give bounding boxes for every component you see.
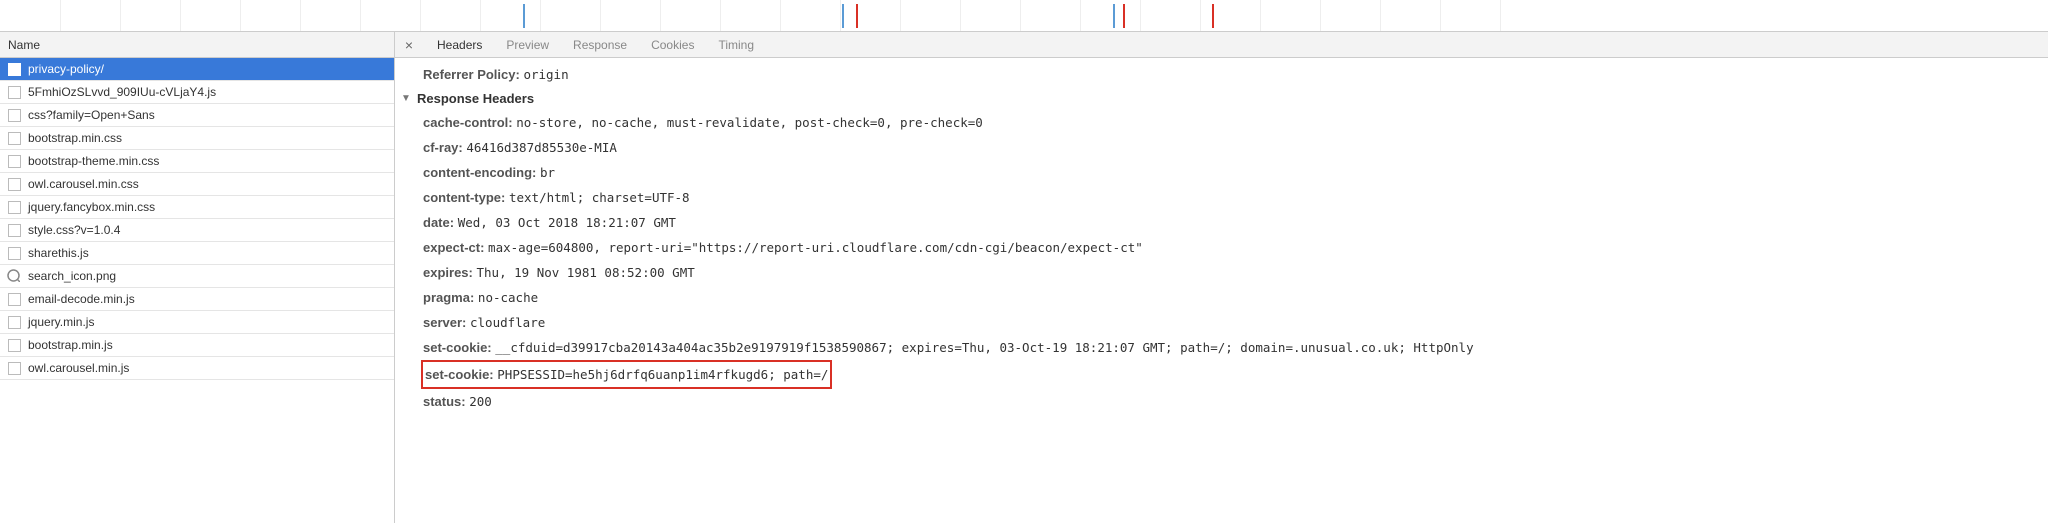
timeline-marker[interactable] <box>856 4 858 28</box>
header-line: expires: Thu, 19 Nov 1981 08:52:00 GMT <box>395 260 2048 285</box>
request-row[interactable]: bootstrap.min.css <box>0 127 394 150</box>
document-file-icon <box>8 362 21 375</box>
tab-timing[interactable]: Timing <box>706 32 766 58</box>
timeline-marker[interactable] <box>1113 4 1115 28</box>
request-row[interactable]: email-decode.min.js <box>0 288 394 311</box>
request-name: style.css?v=1.0.4 <box>28 223 120 237</box>
header-line: cf-ray: 46416d387d85530e-MIA <box>395 135 2048 160</box>
header-line-truncated: Referrer Policy: origin <box>395 62 2048 87</box>
name-column-header[interactable]: Name <box>0 32 394 58</box>
request-name: bootstrap-theme.min.css <box>28 154 159 168</box>
tab-cookies[interactable]: Cookies <box>639 32 706 58</box>
request-name: 5FmhiOzSLvvd_909IUu-cVLjaY4.js <box>28 85 216 99</box>
timeline-overview[interactable] <box>0 0 2048 32</box>
request-name: bootstrap.min.css <box>28 131 122 145</box>
header-line: date: Wed, 03 Oct 2018 18:21:07 GMT <box>395 210 2048 235</box>
headers-panel[interactable]: Referrer Policy: origin ▼ Response Heade… <box>395 58 2048 523</box>
request-name: search_icon.png <box>28 269 116 283</box>
request-name: owl.carousel.min.js <box>28 361 129 375</box>
request-name: jquery.fancybox.min.css <box>28 200 155 214</box>
header-line: status: 200 <box>395 389 2048 414</box>
request-name: jquery.min.js <box>28 315 94 329</box>
document-file-icon <box>8 132 21 145</box>
document-file-icon <box>8 224 21 237</box>
timeline-marker[interactable] <box>842 4 844 28</box>
request-row[interactable]: sharethis.js <box>0 242 394 265</box>
request-row[interactable]: style.css?v=1.0.4 <box>0 219 394 242</box>
header-line: set-cookie: __cfduid=d39917cba20143a404a… <box>395 335 2048 360</box>
request-name: email-decode.min.js <box>28 292 135 306</box>
document-file-icon <box>8 201 21 214</box>
header-line: content-type: text/html; charset=UTF-8 <box>395 185 2048 210</box>
request-row[interactable]: jquery.min.js <box>0 311 394 334</box>
request-row[interactable]: jquery.fancybox.min.css <box>0 196 394 219</box>
request-name: sharethis.js <box>28 246 89 260</box>
request-row[interactable]: search_icon.png <box>0 265 394 288</box>
request-name: bootstrap.min.js <box>28 338 113 352</box>
image-file-icon <box>8 270 21 283</box>
document-file-icon <box>8 339 21 352</box>
response-headers-section[interactable]: ▼ Response Headers <box>395 87 2048 110</box>
highlighted-set-cookie: set-cookie: PHPSESSID=he5hj6drfq6uanp1im… <box>421 360 832 389</box>
timeline-marker[interactable] <box>1123 4 1125 28</box>
timeline-marker[interactable] <box>523 4 525 28</box>
timeline-marker[interactable] <box>1212 4 1214 28</box>
header-line: content-encoding: br <box>395 160 2048 185</box>
header-line: pragma: no-cache <box>395 285 2048 310</box>
request-row[interactable]: 5FmhiOzSLvvd_909IUu-cVLjaY4.js <box>0 81 394 104</box>
request-list[interactable]: privacy-policy/5FmhiOzSLvvd_909IUu-cVLja… <box>0 58 394 523</box>
request-row[interactable]: css?family=Open+Sans <box>0 104 394 127</box>
request-name: owl.carousel.min.css <box>28 177 139 191</box>
request-row[interactable]: privacy-policy/ <box>0 58 394 81</box>
tab-headers[interactable]: Headers <box>425 32 494 58</box>
header-line: cache-control: no-store, no-cache, must-… <box>395 110 2048 135</box>
close-icon[interactable]: × <box>399 35 419 55</box>
document-file-icon <box>8 109 21 122</box>
request-row[interactable]: bootstrap.min.js <box>0 334 394 357</box>
details-tabs: × HeadersPreviewResponseCookiesTiming <box>395 32 2048 58</box>
document-file-icon <box>8 63 21 76</box>
tab-preview[interactable]: Preview <box>494 32 561 58</box>
document-file-icon <box>8 155 21 168</box>
header-line: server: cloudflare <box>395 310 2048 335</box>
request-row[interactable]: owl.carousel.min.js <box>0 357 394 380</box>
header-line: expect-ct: max-age=604800, report-uri="h… <box>395 235 2048 260</box>
document-file-icon <box>8 293 21 306</box>
document-file-icon <box>8 316 21 329</box>
request-name: privacy-policy/ <box>28 62 104 76</box>
document-file-icon <box>8 86 21 99</box>
request-row[interactable]: owl.carousel.min.css <box>0 173 394 196</box>
request-name: css?family=Open+Sans <box>28 108 155 122</box>
request-row[interactable]: bootstrap-theme.min.css <box>0 150 394 173</box>
document-file-icon <box>8 178 21 191</box>
triangle-down-icon: ▼ <box>401 93 411 104</box>
document-file-icon <box>8 247 21 260</box>
tab-response[interactable]: Response <box>561 32 639 58</box>
